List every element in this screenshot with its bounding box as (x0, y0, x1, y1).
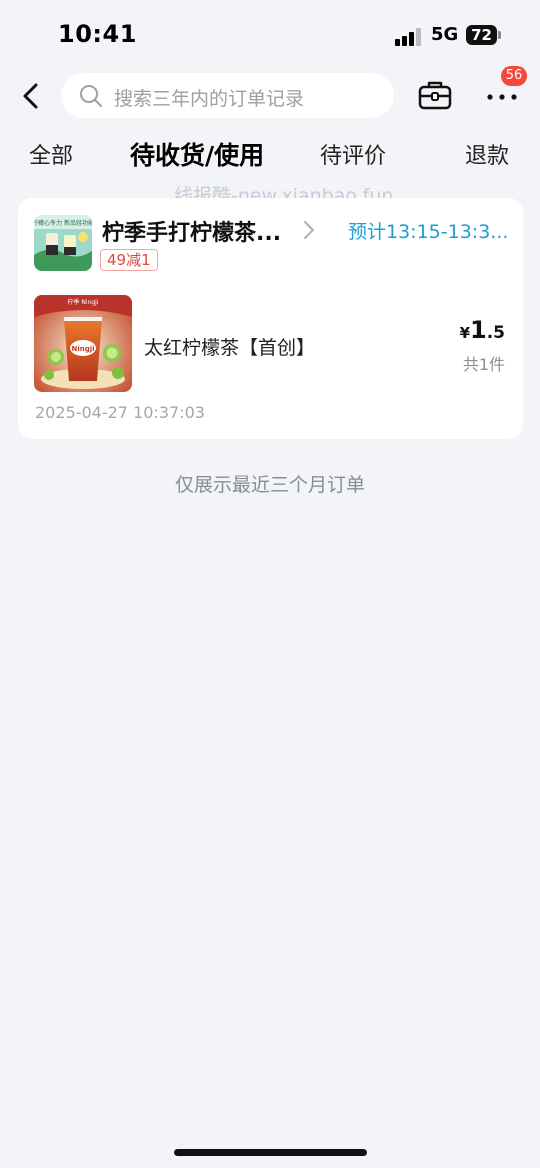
store-name[interactable]: 柠季手打柠檬茶... (102, 215, 281, 247)
product-brand: 柠季 Ningji (67, 298, 98, 306)
tab-pending-receipt[interactable]: 待收货/使用 (130, 136, 264, 172)
more-button[interactable] (484, 82, 520, 112)
svg-text:Ningji: Ningji (71, 345, 94, 353)
status-bar: 10:41 5G 72 (0, 0, 540, 70)
tab-pending-review[interactable]: 待评价 (320, 138, 386, 170)
home-indicator[interactable] (174, 1149, 367, 1156)
promo-badge: 49减1 (100, 249, 158, 271)
tab-refund[interactable]: 退款 (465, 138, 509, 170)
toolbox-icon (418, 81, 452, 110)
price-currency: ¥ (459, 324, 470, 342)
product-name: 太红柠檬茶【首创】 (144, 337, 316, 359)
toolbox-button[interactable] (418, 78, 452, 112)
battery-level: 72 (466, 25, 497, 45)
search-icon (80, 85, 102, 107)
chevron-right-icon[interactable] (302, 219, 316, 241)
back-chevron-icon (23, 83, 38, 109)
order-card[interactable]: 柠檬心冬力 新品轻功能 柠季手打柠檬茶... 预计13:15-13:3... 4… (18, 198, 523, 439)
header: 搜索三年内的订单记录 56 (0, 66, 540, 122)
price-decimal: .5 (486, 323, 505, 343)
delivery-eta: 预计13:15-13:3... (348, 221, 509, 243)
price: ¥1.5 (460, 316, 505, 344)
more-dots-icon (487, 94, 517, 100)
store-logo[interactable]: 柠檬心冬力 新品轻功能 (34, 215, 92, 271)
search-placeholder: 搜索三年内的订单记录 (114, 88, 305, 110)
status-time: 10:41 (58, 20, 137, 48)
tab-all[interactable]: 全部 (29, 138, 73, 170)
item-quantity: 共1件 (462, 355, 505, 374)
product-image: 柠季 Ningji Ningji (34, 295, 132, 392)
price-integer: 1 (470, 316, 487, 344)
history-notice: 仅展示最近三个月订单 (174, 474, 365, 496)
order-timestamp: 2025-04-27 10:37:03 (35, 403, 205, 422)
battery-icon: 72 (466, 25, 502, 45)
network-type: 5G (431, 24, 459, 45)
search-input[interactable]: 搜索三年内的订单记录 (61, 73, 394, 118)
notification-badge: 56 (501, 66, 527, 86)
cellular-signal-icon (395, 28, 421, 46)
store-logo-banner: 柠檬心冬力 新品轻功能 (34, 219, 92, 227)
back-button[interactable] (18, 78, 50, 114)
order-tabs: 全部 待收货/使用 待评价 退款 (0, 138, 540, 186)
